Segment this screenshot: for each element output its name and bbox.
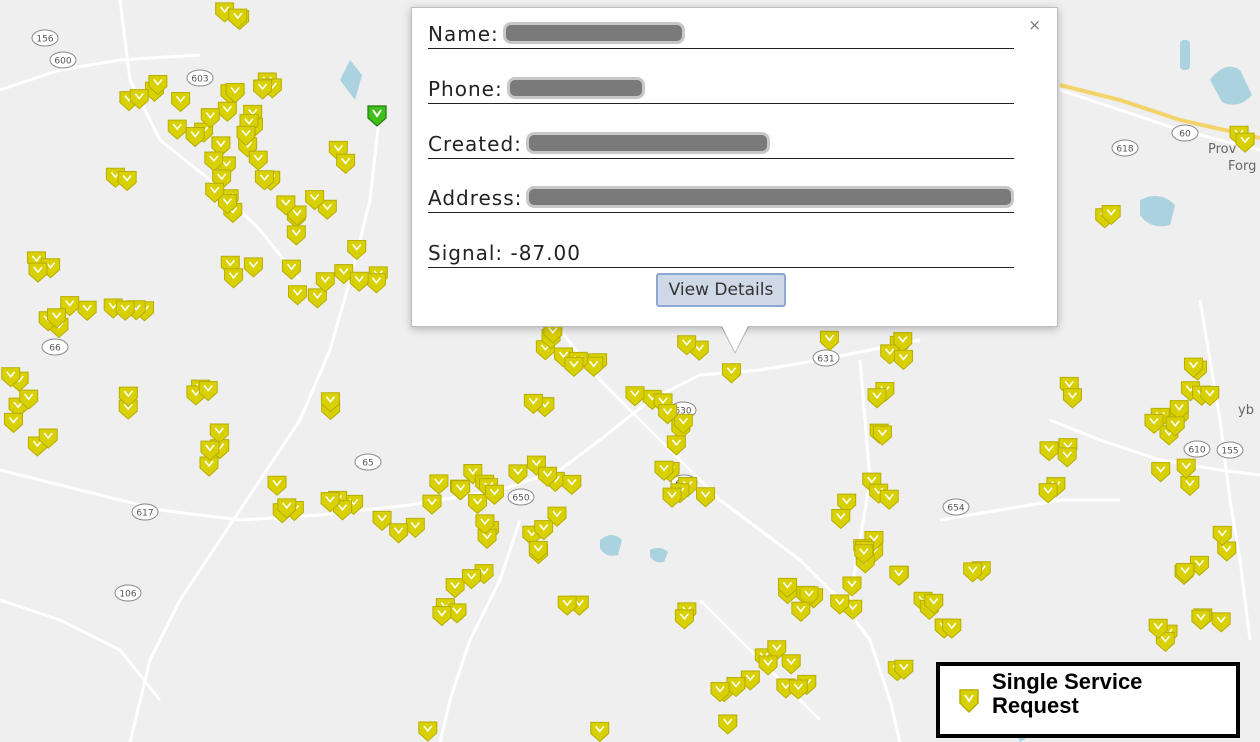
created-label: Created: [428, 132, 522, 156]
redacted-phone [506, 77, 645, 99]
signal-field: Signal: -87.00 [428, 239, 1014, 268]
route-shield-610: 610 [1183, 440, 1211, 458]
place-label: Prov [1208, 142, 1237, 157]
svg-text:156: 156 [36, 35, 53, 45]
svg-text:65: 65 [362, 459, 373, 469]
route-shield-155: 155 [1216, 441, 1244, 459]
route-shield-618: 618 [1111, 139, 1139, 157]
address-field: Address: [428, 184, 1014, 213]
svg-text:610: 610 [1188, 446, 1205, 456]
svg-text:106: 106 [119, 590, 136, 600]
view-details-button[interactable]: View Details [656, 273, 786, 307]
route-shield-654: 654 [942, 498, 970, 516]
name-field: Name: [428, 20, 1014, 49]
route-shield-617: 617 [131, 503, 159, 521]
route-shield-106: 106 [114, 584, 142, 602]
svg-text:603: 603 [191, 75, 208, 85]
svg-text:60: 60 [1179, 130, 1191, 140]
route-shield-600: 600 [49, 51, 77, 69]
phone-field: Phone: [428, 75, 1014, 104]
route-shield-66: 66 [41, 338, 69, 356]
place-label: yb [1238, 403, 1254, 418]
svg-text:618: 618 [1116, 145, 1133, 155]
info-popup: × Name: Phone: Created: Address: Signal:… [411, 7, 1058, 327]
route-shield-65: 65 [354, 453, 382, 471]
route-shield-631: 631 [812, 349, 840, 367]
route-shield-603: 603 [186, 69, 214, 87]
name-label: Name: [428, 22, 499, 46]
created-field: Created: [428, 130, 1014, 159]
legend-label: Single Service Request [992, 669, 1143, 718]
route-shield-650: 650 [507, 488, 535, 506]
popup-pointer [722, 326, 748, 352]
signal-value: Signal: -87.00 [428, 241, 582, 265]
phone-label: Phone: [428, 77, 503, 101]
route-shield-60: 60 [1171, 124, 1199, 142]
svg-text:66: 66 [49, 344, 61, 354]
svg-text:654: 654 [947, 504, 964, 514]
redacted-address [526, 186, 1014, 208]
place-label: Forg [1228, 159, 1256, 174]
map-marker-icon [959, 689, 979, 714]
map-legend: Single Service Request [936, 662, 1240, 738]
svg-text:155: 155 [1221, 447, 1238, 457]
svg-text:600: 600 [54, 57, 71, 67]
close-icon[interactable]: × [1028, 18, 1041, 33]
svg-text:617: 617 [136, 509, 153, 519]
redacted-created [525, 132, 770, 154]
address-label: Address: [428, 186, 523, 210]
svg-text:650: 650 [512, 494, 529, 504]
svg-text:631: 631 [817, 355, 834, 365]
redacted-name [502, 22, 685, 44]
route-shield-156: 156 [31, 29, 59, 47]
